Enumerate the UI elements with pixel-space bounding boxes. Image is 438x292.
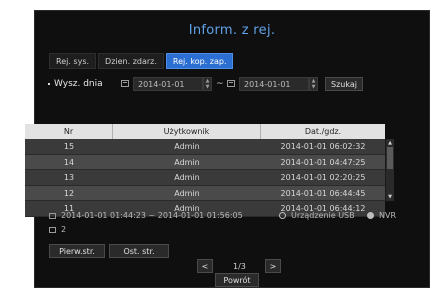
format-icon (367, 212, 374, 219)
cell-nr: 15 (63, 142, 75, 151)
search-date-label: Wysz. dnia (48, 77, 103, 91)
to-date-spinner[interactable]: ▲ ▼ (309, 77, 318, 91)
cell-datetime: 2014-01-01 06:02:32 (280, 142, 366, 151)
prev-page-button[interactable]: < (197, 259, 213, 273)
backup-format-info: NVR (367, 211, 396, 220)
last-page-button[interactable]: Ost. str. (109, 244, 169, 258)
window-title: Inform. z rej. (188, 23, 276, 38)
tab-event-log[interactable]: Dzien. zdarz. (98, 53, 164, 69)
scroll-thumb[interactable] (387, 147, 393, 169)
backup-device-text: Urządzenie USB (291, 211, 355, 220)
table-scrollbar[interactable]: ▲ ▼ (385, 139, 394, 201)
cell-nr: 13 (63, 173, 75, 182)
backup-device-info: Urządzenie USB (279, 211, 355, 220)
cell-datetime: 2014-01-01 06:44:45 (280, 188, 366, 198)
first-page-button[interactable]: Pierw.str. (49, 244, 105, 258)
camera-icon (49, 226, 56, 233)
tab-bar: Rej. sys. Dzien. zdarz. Rej. kop. zap. (49, 53, 235, 69)
calendar-to-icon[interactable] (227, 80, 235, 87)
column-header-nr: Nr (25, 124, 113, 139)
search-row: Wysz. dnia 2014-01-01 ▲ ▼ ~ 2014-01-01 ▲ ▼… (35, 77, 429, 91)
log-info-window: Inform. z rej. Rej. sys. Dzien. zdarz. R… (25, 10, 430, 288)
table-header: Nr Użytkownik Dat./gdz. (25, 124, 385, 139)
cell-nr: 12 (63, 188, 75, 198)
table-row[interactable]: 12 Admin 2014-01-01 06:44:45 (25, 185, 385, 201)
spin-down-icon: ▼ (205, 84, 210, 90)
column-header-user: Użytkownik (113, 124, 261, 139)
from-date-field[interactable]: 2014-01-01 (133, 77, 203, 91)
table-row[interactable]: 14 Admin 2014-01-01 04:47:25 (25, 154, 385, 170)
date-range-separator: ~ (216, 79, 224, 89)
backup-range-text: 2014-01-01 01:44:23 ~ 2014-01-01 01:56:0… (61, 211, 243, 220)
column-header-datetime: Dat./gdz. (304, 127, 342, 136)
tab-backup-log[interactable]: Rej. kop. zap. (165, 53, 234, 69)
cell-nr: 14 (63, 157, 75, 167)
table-row[interactable]: 13 Admin 2014-01-01 02:20:25 (25, 170, 385, 186)
tab-system-log[interactable]: Rej. sys. (49, 53, 97, 69)
scroll-down-icon[interactable]: ▼ (386, 193, 394, 201)
calendar-from-icon[interactable] (121, 80, 129, 87)
page-indicator: 1/3 (233, 262, 246, 271)
search-date-text: Wysz. dnia (54, 79, 103, 89)
backup-count-info: 2 (49, 225, 66, 234)
cell-datetime: 2014-01-01 04:47:25 (280, 157, 366, 167)
spin-down-icon: ▼ (311, 84, 316, 90)
to-date-field[interactable]: 2014-01-01 (239, 77, 309, 91)
next-page-button[interactable]: > (265, 259, 281, 273)
calendar-icon (49, 212, 56, 219)
cell-user: Admin (174, 188, 200, 198)
backup-format-text: NVR (379, 211, 397, 220)
search-button[interactable]: Szukaj (325, 77, 363, 91)
cell-user: Admin (174, 157, 200, 167)
backup-log-table: Nr Użytkownik Dat./gdz. 15 Admin 2014-01… (25, 124, 394, 217)
cell-user: Admin (174, 173, 200, 182)
bullet-icon (48, 82, 50, 85)
from-date-spinner[interactable]: ▲ ▼ (203, 77, 212, 91)
backup-count-text: 2 (61, 225, 67, 234)
cell-user: Admin (174, 142, 200, 151)
cell-datetime: 2014-01-01 02:20:25 (280, 173, 366, 182)
backup-range-info: 2014-01-01 01:44:23 ~ 2014-01-01 01:56:0… (49, 211, 243, 220)
table-row[interactable]: 15 Admin 2014-01-01 06:02:32 (25, 139, 385, 155)
scroll-up-icon[interactable]: ▲ (386, 139, 394, 147)
back-button[interactable]: Powrót (215, 273, 259, 287)
usb-device-icon (279, 212, 286, 219)
